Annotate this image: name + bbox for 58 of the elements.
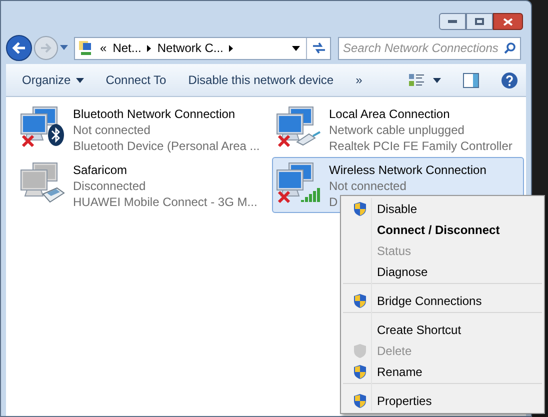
minimize-button[interactable] [439, 13, 466, 30]
dropdown-caret-icon[interactable] [292, 46, 300, 50]
dropdown-caret-icon [433, 78, 441, 82]
connection-item[interactable]: Local Area Connection Network cable unplugged Realtek PCIe FE Family Controller [272, 101, 524, 157]
connection-status: Not connected [73, 122, 150, 138]
menu-item[interactable]: Connect / Disconnect [343, 219, 542, 240]
bluetooth-icon [48, 124, 64, 146]
shield-icon [353, 200, 367, 216]
cable-plug-icon [295, 130, 321, 146]
back-button[interactable] [6, 35, 32, 61]
menu-item[interactable]: Rename [343, 361, 542, 382]
shield-icon [353, 342, 367, 358]
address-bar[interactable]: « Net... Network C... [74, 36, 331, 60]
signal-bars-icon [301, 186, 323, 202]
connection-item[interactable]: Safaricom Disconnected HUAWEI Mobile Connect - 3G M... [16, 157, 268, 213]
toolbar-button[interactable]: Disable this network device [188, 71, 334, 89]
shield-icon [353, 364, 367, 380]
toolbar-button[interactable]: » [356, 71, 362, 89]
breadcrumb[interactable]: « [100, 39, 107, 57]
device-name: Realtek PCIe FE Family Controller [329, 138, 512, 154]
view-options-button[interactable] [409, 73, 441, 87]
menu-item[interactable]: Create Shortcut [343, 312, 542, 340]
dropdown-caret-icon [76, 78, 84, 82]
connection-status: Disconnected [73, 178, 146, 194]
device-name: Bluetooth Device (Personal Area ... [73, 138, 260, 154]
details-view-icon [409, 73, 425, 87]
refresh-icon [312, 42, 326, 54]
shield-icon [353, 393, 367, 409]
close-icon [503, 18, 513, 26]
menu-item[interactable]: Bridge Connections [343, 283, 542, 311]
toolbar-button[interactable]: Connect To [106, 71, 166, 89]
toolbar-button[interactable]: Organize [22, 71, 84, 89]
device-name: HUAWEI Mobile Connect - 3G M... [73, 194, 258, 210]
help-icon[interactable] [501, 72, 518, 88]
back-arrow-icon [12, 42, 26, 54]
forward-arrow-icon [40, 43, 52, 53]
shield-icon [353, 293, 367, 309]
search-icon [504, 42, 516, 54]
history-caret-icon[interactable] [60, 45, 68, 51]
maximize-button[interactable] [466, 13, 493, 30]
breadcrumb[interactable]: Network C... [157, 39, 224, 57]
connection-status: Network cable unplugged [329, 122, 464, 138]
connection-name: Local Area Connection [329, 106, 450, 122]
device-name: D [329, 194, 338, 210]
connection-name: Safaricom [73, 162, 128, 178]
breadcrumb[interactable]: Net... [112, 39, 142, 57]
connection-name: Wireless Network Connection [329, 162, 486, 178]
connection-name: Bluetooth Network Connection [73, 106, 236, 122]
network-folder-icon [78, 40, 94, 56]
preview-pane-icon[interactable] [463, 72, 479, 88]
connection-item[interactable]: Bluetooth Network Connection Not connected Bluetooth Device (Personal Area ... [16, 101, 268, 157]
menu-item[interactable]: Diagnose [343, 261, 542, 282]
breadcrumb-arrow-icon[interactable] [147, 44, 152, 52]
breadcrumb-arrow-icon[interactable] [229, 44, 234, 52]
search-field[interactable]: Search Network Connections [338, 36, 521, 60]
menu-item[interactable]: Properties [343, 383, 542, 411]
connection-status: Not connected [329, 178, 406, 194]
close-button[interactable] [493, 13, 523, 30]
